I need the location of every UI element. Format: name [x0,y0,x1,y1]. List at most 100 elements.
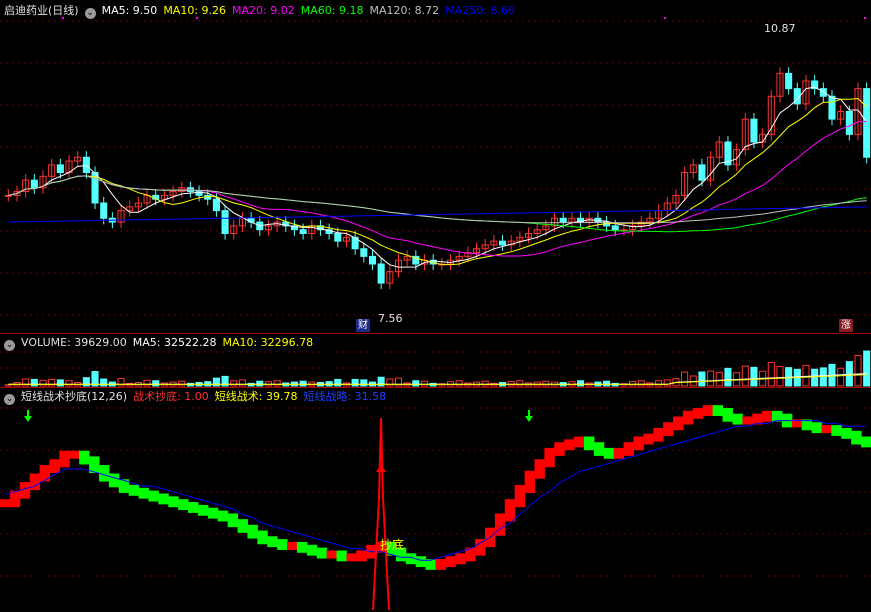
tactic-block [346,553,357,562]
ma120-line [8,175,867,224]
volume-bar [516,380,524,387]
tag-zhang[interactable]: 涨 [839,319,853,332]
price-chart[interactable] [0,0,871,333]
volume-bar [230,380,238,387]
volume-bar [48,378,56,387]
tactic-block [663,422,674,436]
volume-bar [334,378,342,387]
tactic-block [247,524,258,539]
tactic-block [326,550,338,559]
volume-bar [22,378,30,387]
tactic-block [564,439,575,451]
volume-bar [724,367,732,387]
tactic-block [257,530,268,545]
candle-body [82,156,90,173]
tactic-block [237,519,248,533]
up-arrow-icon [376,464,386,472]
ma60-line [8,175,867,233]
candle-body [785,72,793,90]
tactic-block [197,504,209,516]
tactic-block [178,499,189,511]
tactic-block [207,507,219,519]
tactic-block [69,450,80,459]
signal-spike [372,417,390,611]
volume-bar [863,350,871,387]
ma5-line [8,86,868,268]
volume-bar [238,379,246,387]
tactic-block [554,442,565,456]
tactic-block [356,550,367,562]
tactic-block [692,408,704,419]
tactic-block [277,539,288,550]
volume-bar [715,371,723,387]
volume-bar [767,361,775,387]
tactic-block [267,536,278,548]
candle-body [368,255,377,265]
tactic-block [188,502,199,513]
tactic-block [287,541,298,550]
price-pane: 启迪药业(日线) ⌄ MA5: 9.50 MA10: 9.26 MA20: 9.02 MA… [0,0,871,333]
candle-body [611,225,619,231]
tactic-block [79,450,90,465]
candle-body [212,198,220,212]
tactic-block [831,425,842,436]
volume-bar [750,366,758,387]
volume-bar [351,378,359,387]
volume-bar [603,380,611,387]
tactic-block [821,425,832,434]
tactic-block [762,410,773,422]
tactic-block [29,473,41,491]
volume-bar [681,371,689,387]
volume-bar [481,380,489,387]
tactic-block [712,405,724,416]
tactic-block [435,559,446,570]
candle-body [299,229,307,234]
volume-bar [637,380,645,387]
tactic-block [168,496,179,508]
tactic-block [732,413,743,425]
candle-body [360,248,368,257]
tactic-block [603,447,615,459]
volume-bar [299,380,307,387]
tag-cai[interactable]: 财 [356,319,370,332]
tactic-block [574,436,585,448]
candle-body [30,179,38,189]
candle-body [221,210,229,234]
volume-bar [30,378,38,387]
tactic-block [158,493,169,505]
indicator-chart[interactable] [0,388,871,612]
tactic-block [534,459,545,479]
tactic-block [138,487,149,499]
tactic-block [217,510,229,522]
tactic-block [108,473,120,488]
volume-bar [455,380,463,387]
tactic-block [455,553,466,565]
tactic-block [722,408,733,422]
candle-body [100,202,108,219]
down-arrow-icon [24,416,32,422]
tactic-block [643,433,654,445]
tactic-block [227,513,239,528]
tactic-block [583,436,595,451]
tactic-block [593,442,605,456]
tactic-block [633,436,644,451]
tactic-block [296,541,308,553]
tactic-block [445,556,456,568]
candle-body [698,164,706,181]
volume-bar [143,379,151,387]
volume-bar [698,371,706,387]
volume-chart[interactable] [0,334,871,387]
tactic-block [148,490,159,502]
tactic-block [316,547,328,559]
volume-bar [663,379,671,387]
volume-bar [707,370,715,387]
tactic-block [39,465,50,482]
volume-bar [100,378,108,387]
candle-body [498,240,507,246]
candle-body [828,95,836,120]
volume-bar [854,354,862,387]
candle-body [819,88,827,97]
volume-bar [542,380,550,387]
candle-body [559,217,567,223]
volume-bar [256,380,264,387]
